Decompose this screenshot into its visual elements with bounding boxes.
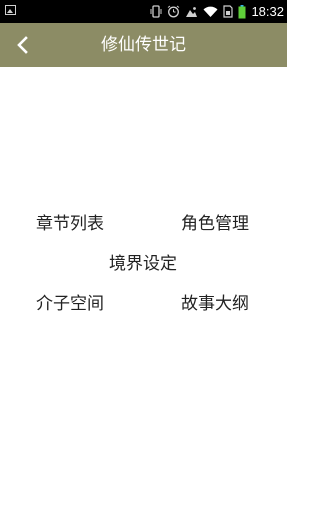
battery-icon — [238, 4, 246, 19]
app-bar: 修仙传世记 — [0, 23, 287, 67]
photo-icon — [185, 6, 198, 18]
mustard-space-button[interactable]: 介子空间 — [36, 289, 104, 314]
character-management-button[interactable]: 角色管理 — [181, 209, 249, 234]
status-bar: 18:32 — [0, 0, 287, 23]
chapter-list-button[interactable]: 章节列表 — [36, 209, 104, 234]
sim-icon — [223, 5, 234, 18]
app-title: 修仙传世记 — [101, 35, 186, 55]
story-outline-button[interactable]: 故事大纲 — [181, 289, 249, 314]
alarm-icon — [167, 5, 180, 18]
status-icons: 18:32 — [150, 0, 284, 23]
image-notification-icon — [5, 5, 16, 15]
status-time: 18:32 — [251, 4, 284, 19]
realm-settings-button[interactable]: 境界设定 — [109, 249, 177, 274]
vibrate-icon — [150, 5, 162, 18]
wifi-icon — [203, 6, 218, 18]
